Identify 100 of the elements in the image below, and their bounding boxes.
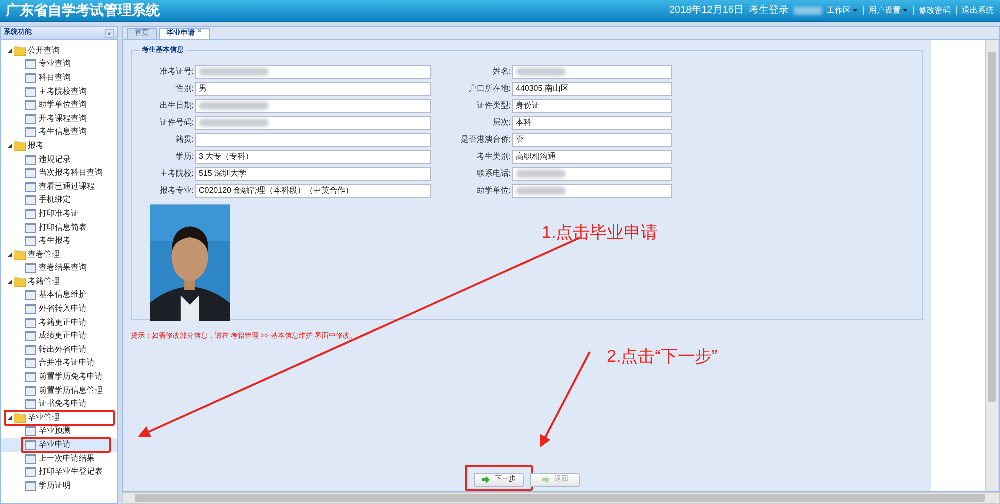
item-label: 考籍更正申请 [39, 316, 87, 329]
folder-icon [14, 276, 26, 287]
tree-item[interactable]: 考生信息查询 [1, 126, 117, 140]
field-label: 助学单位: [476, 185, 512, 197]
text-field[interactable]: 本科 [512, 116, 672, 130]
page-icon [25, 72, 36, 83]
tree-item[interactable]: 考籍更正申请 [1, 316, 117, 330]
page-icon [25, 195, 36, 206]
field-label: 证件类型: [476, 100, 512, 112]
text-field[interactable]: 男 [195, 82, 431, 96]
tree-item[interactable]: 助学单位查询 [1, 98, 117, 112]
tree-item[interactable]: 考生报考 [1, 234, 117, 248]
tree-item[interactable]: 专业查询 [1, 58, 117, 72]
login-label: 考生登录 [749, 4, 789, 18]
text-field[interactable] [195, 65, 431, 79]
tree-item[interactable]: 合并准考证申请 [1, 356, 117, 370]
field-label: 联系电话: [476, 168, 512, 180]
item-label: 外省转入申请 [39, 303, 87, 316]
text-field[interactable]: 440305 南山区 [512, 82, 672, 96]
group-label: 报考 [28, 140, 44, 152]
page-icon [25, 467, 36, 478]
tree-item[interactable]: 打印准考证 [1, 207, 117, 221]
item-label: 证书免考申请 [39, 398, 87, 410]
tree-item[interactable]: 查看已通过课程 [1, 180, 117, 194]
tree-item[interactable]: 转出外省申请 [1, 343, 117, 357]
item-label: 当次报考科目查询 [39, 167, 103, 180]
blurred-value [199, 119, 269, 127]
tree-item[interactable]: 证书免考申请 [1, 397, 117, 412]
tree-item[interactable]: 违规记录 [1, 152, 117, 166]
tree-item[interactable]: 外省转入申请 [1, 302, 117, 316]
text-field[interactable] [512, 65, 672, 79]
tree-group[interactable]: 考籍管理 [7, 275, 112, 289]
field-label: 籍贯: [174, 134, 195, 146]
tree-item[interactable]: 前置学历免考申请 [1, 370, 117, 384]
annotation-text: 2.点击“下一步” [607, 346, 718, 368]
item-label: 上一次申请结果 [39, 452, 95, 465]
field-label: 学历: [174, 151, 195, 163]
page-icon [25, 59, 36, 70]
text-field[interactable]: 否 [512, 133, 672, 147]
caret-icon [903, 9, 908, 12]
tree-item[interactable]: 手机绑定 [1, 194, 117, 208]
tree-item[interactable]: 毕业申请 [1, 438, 117, 452]
tree-item[interactable]: 查卷结果查询 [1, 262, 117, 276]
page-icon [25, 236, 36, 246]
field-label: 准考证号: [158, 66, 195, 78]
tree-item[interactable]: 基本信息维护 [1, 288, 117, 302]
horizontal-scrollbar[interactable] [122, 492, 1000, 504]
blurred-value [199, 68, 269, 76]
tree-group[interactable]: 公开查询 [7, 44, 112, 58]
text-field[interactable] [195, 116, 431, 130]
tree-item[interactable]: 上一次申请结果 [1, 452, 117, 466]
field-label: 报考专业: [158, 185, 195, 197]
tree-item[interactable]: 科目查询 [1, 71, 117, 85]
tree-item[interactable]: 打印信息简表 [1, 220, 117, 234]
text-field[interactable]: C020120 金融管理（本科段）（中英合作） [195, 184, 431, 198]
page-icon [25, 154, 36, 165]
folder-icon [14, 412, 26, 423]
tree-group[interactable]: 查卷管理 [7, 248, 112, 262]
tree-item[interactable]: 学历证明 [1, 479, 117, 493]
item-label: 打印准考证 [39, 208, 79, 220]
arrow-icon [482, 476, 490, 484]
field-label: 户口所在地: [468, 83, 512, 95]
item-label: 专业查询 [39, 58, 71, 70]
tree-item[interactable]: 前置学历信息管理 [1, 384, 117, 398]
text-field[interactable] [195, 133, 431, 147]
text-field[interactable]: 515 深圳大学 [195, 167, 431, 181]
field-label: 姓名: [492, 66, 512, 78]
field-label: 是否港澳台侨: [460, 134, 512, 146]
item-label: 合并准考证申请 [39, 357, 95, 370]
item-label: 考生信息查询 [39, 126, 87, 138]
text-field[interactable] [512, 184, 672, 198]
tree-item[interactable]: 主考院校查询 [1, 84, 117, 98]
page-icon [25, 182, 36, 192]
text-field[interactable] [512, 167, 672, 181]
page-icon [25, 304, 36, 314]
text-field[interactable] [195, 99, 431, 113]
tree-item[interactable]: 成绩更正申请 [1, 329, 117, 344]
item-label: 成绩更正申请 [39, 330, 87, 342]
text-field[interactable]: 3 大专（专科） [195, 150, 431, 164]
tree-group[interactable]: 报考 [7, 139, 112, 153]
tree-item[interactable]: 打印毕业生登记表 [1, 465, 117, 479]
page-icon [25, 263, 36, 274]
page-icon [25, 372, 36, 382]
blurred-value [516, 68, 566, 76]
item-label: 查卷结果查询 [39, 262, 87, 274]
text-field[interactable]: 身份证 [512, 99, 672, 113]
page-icon [25, 100, 36, 110]
field-label: 性别: [174, 83, 195, 95]
tree-item[interactable]: 当次报考科目查询 [1, 166, 117, 180]
field-label: 层次: [492, 117, 512, 129]
tree-item[interactable]: 毕业预测 [1, 424, 117, 438]
page-icon [25, 331, 36, 342]
text-field[interactable]: 高职相沟通 [512, 150, 672, 164]
blurred-value [516, 170, 566, 178]
vertical-scrollbar[interactable] [985, 40, 998, 491]
item-label: 主考院校查询 [39, 86, 87, 98]
item-label: 转出外省申请 [39, 344, 87, 356]
tree-item[interactable]: 开考课程查询 [1, 112, 117, 126]
tree-group[interactable]: 毕业管理 [7, 411, 112, 425]
item-label: 毕业预测 [39, 425, 71, 438]
